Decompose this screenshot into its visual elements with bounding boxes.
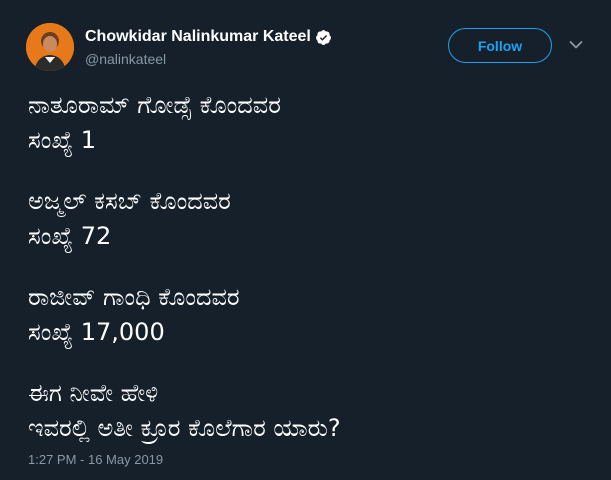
tweet-text: ನಾತೂರಾಮ್ ಗೋಡ್ಸೆ ಕೊಂದವರ ಸಂಖ್ಯೆ 1 ಅಜ್ಮಲ್ ಕ… [28, 88, 588, 472]
chevron-down-icon[interactable] [569, 40, 583, 50]
tweet-line: ಅಜ್ಮಲ್ ಕಸಬ್ ಕೊಂದವರ [28, 187, 231, 215]
tweet-paragraph: ಈಗ ನೀವೇ ಹೇಳಿ ಇವರಲ್ಲಿ ಅತೀ ಕ್ರೂರ ಕೊಲೆಗಾರ ಯ… [28, 376, 588, 446]
verified-badge-icon [315, 29, 332, 46]
display-name[interactable]: Chowkidar Nalinkumar Kateel [85, 28, 311, 46]
tweet-timestamp[interactable]: 1:27 PM - 16 May 2019 [28, 452, 163, 467]
tweet-paragraph: ಅಜ್ಮಲ್ ಕಸಬ್ ಕೊಂದವರ ಸಂಖ್ಯೆ 72 [28, 184, 588, 254]
tweet-line: ರಾಜೀವ್ ಗಾಂಧಿ ಕೊಂದವರ [28, 283, 240, 311]
tweet-line: ಸಂಖ್ಯೆ 1 [28, 126, 97, 154]
tweet-line: ನಾತೂರಾಮ್ ಗೋಡ್ಸೆ ಕೊಂದವರ [28, 91, 281, 119]
name-row: Chowkidar Nalinkumar Kateel [85, 26, 332, 48]
tweet-paragraph: ನಾತೂರಾಮ್ ಗೋಡ್ಸೆ ಕೊಂದವರ ಸಂಖ್ಯೆ 1 [28, 88, 588, 158]
tweet-line: ಈಗ ನೀವೇ ಹೇಳಿ [28, 379, 159, 407]
tweet-line: ಸಂಖ್ಯೆ 72 [28, 222, 112, 250]
tweet-line: ಸಂಖ್ಯೆ 17,000 [28, 318, 165, 346]
user-handle[interactable]: @nalinkateel [85, 51, 166, 67]
avatar[interactable] [26, 23, 74, 71]
follow-button[interactable]: Follow [448, 28, 552, 63]
tweet-line: ಇವರಲ್ಲಿ ಅತೀ ಕ್ರೂರ ಕೊಲೆಗಾರ ಯಾರು? [28, 414, 341, 442]
tweet-paragraph: ರಾಜೀವ್ ಗಾಂಧಿ ಕೊಂದವರ ಸಂಖ್ಯೆ 17,000 [28, 280, 588, 350]
tweet-card: Chowkidar Nalinkumar Kateel @nalinkateel… [0, 0, 611, 480]
